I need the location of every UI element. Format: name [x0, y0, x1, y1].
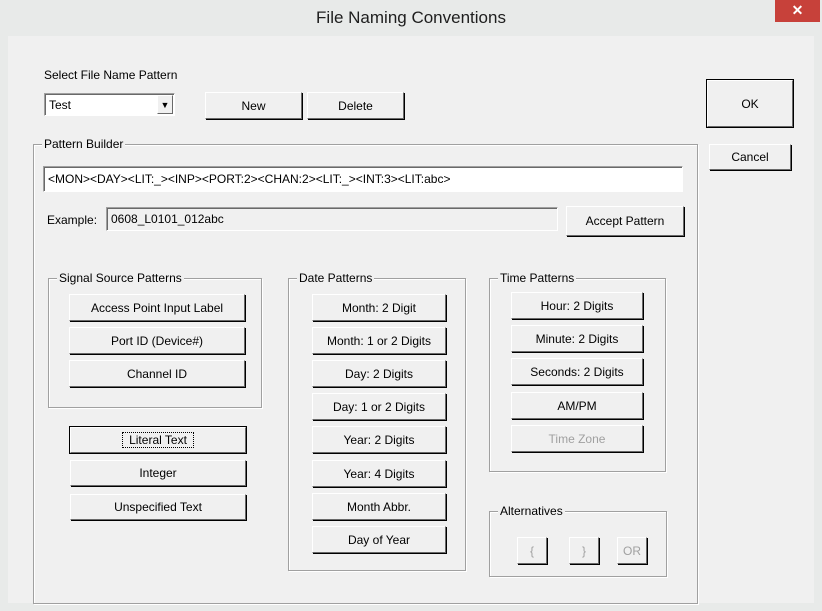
day-1-or-2-digits-button[interactable]: Day: 1 or 2 Digits: [312, 393, 446, 420]
seconds-2-digits-button[interactable]: Seconds: 2 Digits: [511, 358, 643, 385]
signal-source-title: Signal Source Patterns: [57, 271, 184, 285]
time-patterns-title: Time Patterns: [498, 271, 577, 285]
window-frame-left: [0, 36, 8, 611]
pattern-input-text: <MON><DAY><LIT:_><INP><PORT:2><CHAN:2><L…: [48, 172, 451, 186]
pattern-dropdown-value: Test: [49, 97, 72, 112]
pattern-builder-title: Pattern Builder: [42, 137, 126, 151]
month-abbr-button[interactable]: Month Abbr.: [312, 493, 446, 520]
unspecified-text-button[interactable]: Unspecified Text: [70, 494, 246, 520]
example-field: 0608_L0101_012abc: [106, 207, 558, 231]
cancel-button[interactable]: Cancel: [709, 144, 791, 170]
channel-id-button[interactable]: Channel ID: [69, 360, 245, 387]
dialog-body: Select File Name Pattern Test ▼ New Dele…: [8, 36, 814, 604]
or-button[interactable]: OR: [617, 537, 647, 564]
pattern-dropdown[interactable]: Test ▼: [44, 93, 175, 116]
month-2-digit-button[interactable]: Month: 2 Digit: [312, 294, 446, 321]
window-title: File Naming Conventions: [316, 8, 506, 27]
close-brace-button[interactable]: }: [569, 537, 599, 564]
literal-text-button[interactable]: Literal Text: [70, 427, 246, 453]
window-frame-bottom: [0, 603, 822, 611]
year-2-digits-button[interactable]: Year: 2 Digits: [312, 426, 446, 453]
day-2-digits-button[interactable]: Day: 2 Digits: [312, 360, 446, 387]
month-1-or-2-digits-button[interactable]: Month: 1 or 2 Digits: [312, 327, 446, 354]
am-pm-button[interactable]: AM/PM: [511, 392, 643, 419]
delete-button[interactable]: Delete: [307, 92, 404, 119]
access-point-input-label-button[interactable]: Access Point Input Label: [69, 294, 245, 321]
day-of-year-button[interactable]: Day of Year: [312, 526, 446, 553]
window-frame-right: [814, 36, 822, 611]
example-value: 0608_L0101_012abc: [111, 212, 224, 226]
accept-pattern-button[interactable]: Accept Pattern: [566, 206, 684, 236]
alternatives-title: Alternatives: [498, 504, 565, 518]
pattern-input[interactable]: <MON><DAY><LIT:_><INP><PORT:2><CHAN:2><L…: [43, 166, 683, 192]
close-icon: ✕: [791, 2, 804, 18]
ok-button[interactable]: OK: [707, 80, 793, 127]
select-pattern-label: Select File Name Pattern: [44, 68, 178, 82]
example-label: Example:: [47, 213, 98, 227]
close-button[interactable]: ✕: [775, 0, 820, 22]
open-brace-button[interactable]: {: [517, 537, 547, 564]
date-patterns-title: Date Patterns: [297, 271, 375, 285]
integer-button[interactable]: Integer: [70, 460, 246, 486]
new-button[interactable]: New: [205, 92, 302, 119]
year-4-digits-button[interactable]: Year: 4 Digits: [312, 460, 446, 487]
minute-2-digits-button[interactable]: Minute: 2 Digits: [511, 325, 643, 352]
port-id-button[interactable]: Port ID (Device#): [69, 327, 245, 354]
literal-text-label: Literal Text: [122, 432, 194, 448]
time-zone-button[interactable]: Time Zone: [511, 425, 643, 452]
hour-2-digits-button[interactable]: Hour: 2 Digits: [511, 292, 643, 319]
chevron-down-icon[interactable]: ▼: [157, 95, 173, 114]
